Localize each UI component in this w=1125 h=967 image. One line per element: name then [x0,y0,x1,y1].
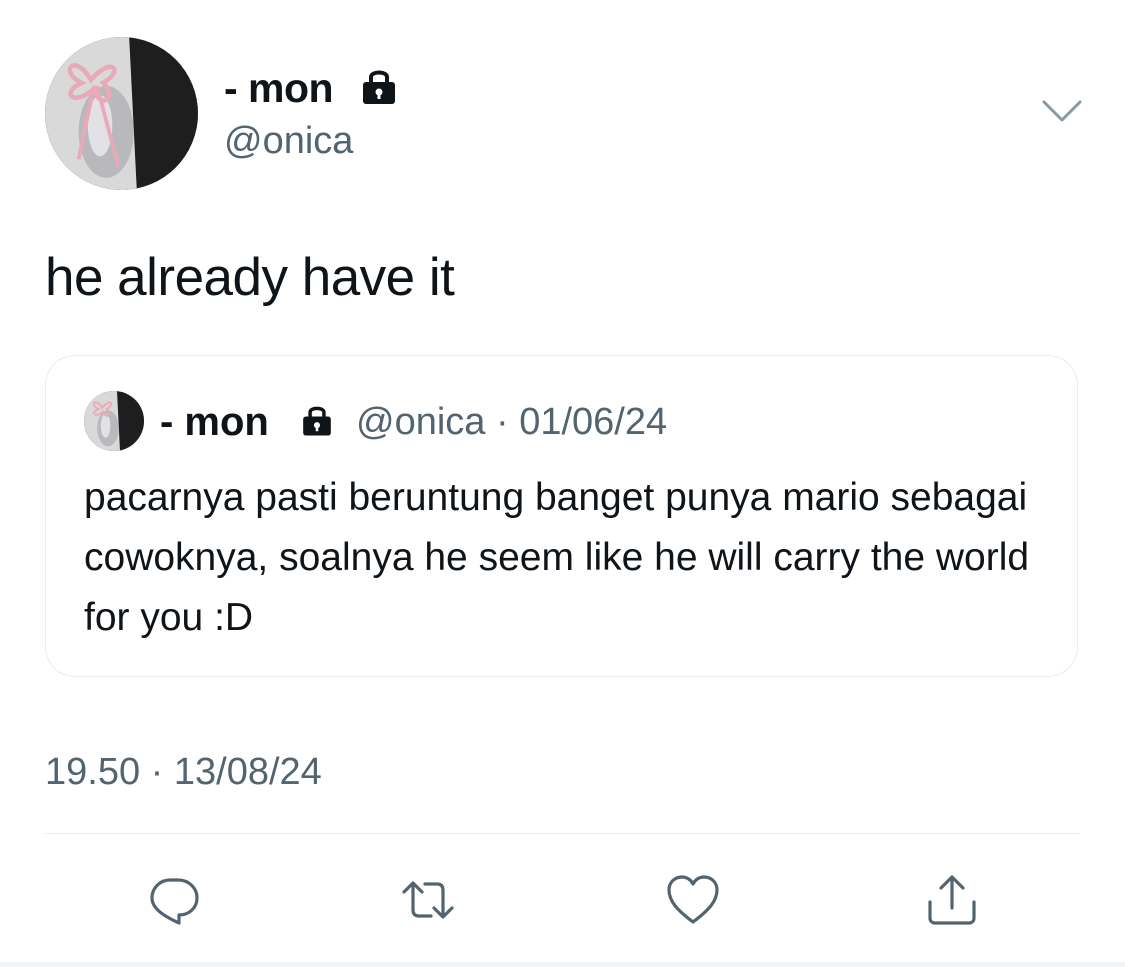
avatar[interactable] [45,37,198,190]
chevron-down-icon[interactable] [1040,96,1084,126]
retweet-icon [402,881,454,919]
retweet-button[interactable] [400,872,456,928]
quoted-tweet-card[interactable]: - mon @onica · 01/06/24 pacarnya pasti b… [45,355,1078,677]
divider [45,833,1080,834]
comment-icon [150,878,199,925]
share-button[interactable] [924,872,980,928]
lock-icon [363,70,395,104]
quoted-tweet-text: pacarnya pasti beruntung banget punya ma… [84,476,1030,639]
heart-icon [667,875,719,924]
quoted-avatar[interactable] [84,391,144,451]
bottom-separator [0,962,1125,967]
avatar-image [45,37,198,190]
lock-icon [303,406,331,436]
author-handle[interactable]: @onica [224,118,353,164]
author-display-name[interactable]: - mon [224,64,334,112]
like-button[interactable] [665,872,721,928]
avatar-image [84,391,144,451]
quoted-author-display-name[interactable]: - mon [160,398,269,446]
quoted-handle-date: @onica · 01/06/24 [356,401,668,443]
tweet-text: he already have it [45,248,455,307]
reply-button[interactable] [146,872,202,928]
tweet-timestamp: 19.50 · 13/08/24 [45,751,322,793]
share-icon [928,875,976,925]
